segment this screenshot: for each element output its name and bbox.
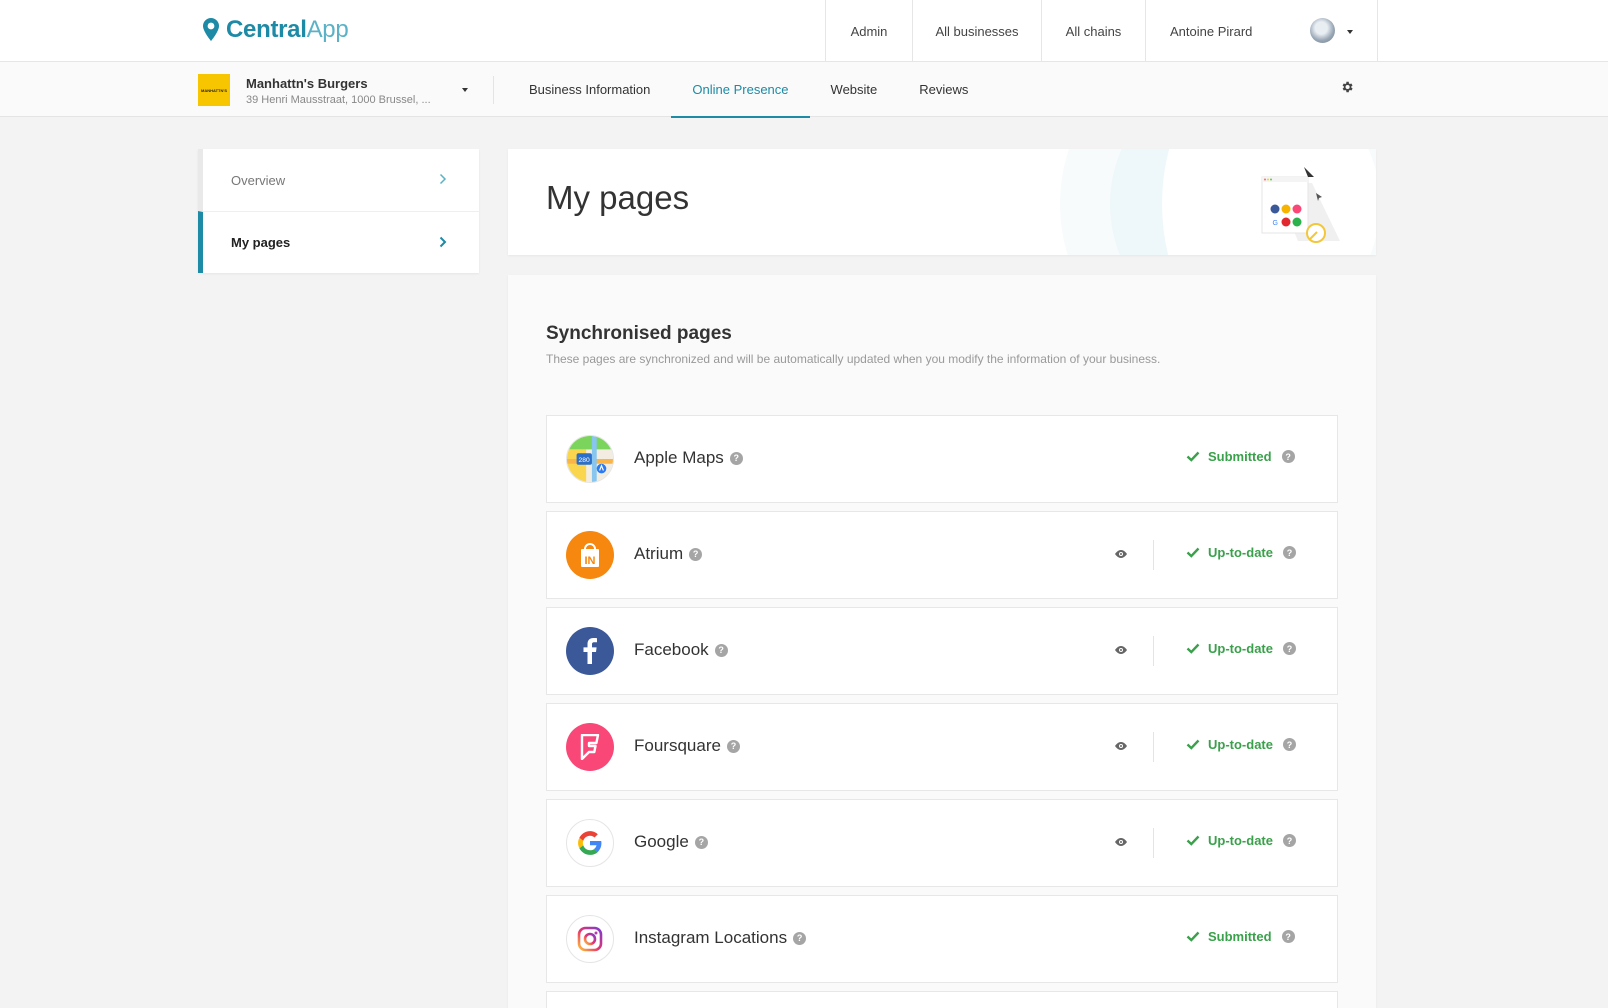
page-header-card: My pages G <box>508 149 1376 255</box>
business-name[interactable]: Manhattn's Burgers <box>246 76 368 91</box>
apple-maps-icon: 280 <box>566 435 614 483</box>
status-text: Up-to-date <box>1208 641 1273 656</box>
page-name: Atrium <box>634 544 684 563</box>
side-menu-label: Overview <box>231 172 286 188</box>
status-text: Up-to-date <box>1208 737 1273 752</box>
avatar[interactable] <box>1310 18 1335 43</box>
checkmark-icon <box>1186 931 1200 942</box>
status-text: Submitted <box>1208 449 1272 464</box>
google-icon <box>566 819 614 867</box>
divider <box>493 76 494 104</box>
page-row-google[interactable]: Google ? Up-to-date ? <box>546 799 1338 887</box>
status-badge: Submitted ? <box>1186 449 1295 464</box>
svg-text:280: 280 <box>579 457 590 464</box>
section-title: Synchronised pages <box>546 323 732 344</box>
business-selector-caret-icon[interactable] <box>462 88 468 92</box>
pages-illustration-icon: G <box>1261 167 1340 243</box>
eye-icon[interactable] <box>1114 837 1128 847</box>
logo-text-light: App <box>306 16 349 43</box>
side-menu-item-overview[interactable]: Overview <box>198 149 479 211</box>
status-badge: Submitted ? <box>1186 929 1295 944</box>
page-row-facebook[interactable]: Facebook ? Up-to-date ? <box>546 607 1338 695</box>
chevron-right-icon <box>439 236 447 248</box>
page-name: Instagram Locations <box>634 928 788 947</box>
tab-reviews[interactable]: Reviews <box>898 62 989 117</box>
help-icon[interactable]: ? <box>1281 930 1295 943</box>
help-icon[interactable]: ? <box>689 547 703 561</box>
foursquare-icon <box>566 723 614 771</box>
instagram-icon <box>566 915 614 963</box>
synchronised-pages-card: Synchronised pages These pages are synch… <box>508 275 1376 1008</box>
centralapp-logo[interactable]: CentralApp <box>202 16 349 44</box>
page-row[interactable] <box>546 991 1338 1008</box>
side-menu-item-my-pages[interactable]: My pages <box>198 211 479 273</box>
eye-icon[interactable] <box>1114 741 1128 751</box>
page-row-atrium[interactable]: IN Atrium ? Up-to-date ? <box>546 511 1338 599</box>
help-icon[interactable]: ? <box>1283 738 1296 751</box>
help-icon[interactable]: ? <box>694 835 708 849</box>
side-menu-label: My pages <box>231 235 291 250</box>
status-badge: Up-to-date ? <box>1186 833 1296 848</box>
checkmark-icon <box>1186 835 1200 846</box>
page-name: Facebook <box>634 640 709 659</box>
help-icon[interactable]: ? <box>729 451 743 465</box>
gear-icon[interactable] <box>1340 80 1354 94</box>
location-pin-icon <box>203 18 219 41</box>
page-row-apple-maps[interactable]: 280 Apple Maps ? Submitted ? <box>546 415 1338 503</box>
nav-all-chains[interactable]: All chains <box>1041 0 1145 62</box>
status-text: Up-to-date <box>1208 833 1273 848</box>
help-icon[interactable]: ? <box>1283 546 1296 559</box>
chevron-right-icon <box>439 173 447 185</box>
logo-text-bold: Central <box>226 16 307 43</box>
help-icon[interactable]: ? <box>726 739 740 753</box>
help-icon[interactable]: ? <box>1281 450 1295 463</box>
user-name: Antoine Pirard <box>1170 23 1253 39</box>
eye-icon[interactable] <box>1114 549 1128 559</box>
section-description: These pages are synchronized and will be… <box>546 352 1161 366</box>
business-address: 39 Henri Mausstraat, 1000 Brussel, ... <box>246 94 431 106</box>
atrium-icon: IN <box>566 531 614 579</box>
help-icon[interactable]: ? <box>714 643 728 657</box>
status-text: Submitted <box>1208 929 1272 944</box>
page-name: Google <box>634 832 689 851</box>
section-tabs: Business Information Online Presence Web… <box>508 62 989 118</box>
divider <box>1153 828 1154 858</box>
facebook-icon <box>566 627 614 675</box>
status-text: Up-to-date <box>1208 545 1273 560</box>
page-row-instagram-locations[interactable]: Instagram Locations ? Submitted ? <box>546 895 1338 983</box>
page-name: Apple Maps <box>634 448 724 467</box>
page-name: Foursquare <box>634 736 721 755</box>
business-logo: MANHATTN'S <box>198 74 230 106</box>
help-icon[interactable]: ? <box>1283 834 1296 847</box>
user-dropdown-caret-icon[interactable] <box>1347 30 1353 34</box>
checkmark-icon <box>1186 547 1200 558</box>
top-navigation: Admin All businesses All chains Antoine … <box>825 0 1378 62</box>
tab-business-information[interactable]: Business Information <box>508 62 671 117</box>
svg-text:G: G <box>1273 220 1278 227</box>
checkmark-icon <box>1186 451 1200 462</box>
user-menu[interactable]: Antoine Pirard <box>1145 0 1378 62</box>
svg-text:IN: IN <box>585 555 596 567</box>
checkmark-icon <box>1186 643 1200 654</box>
divider <box>1153 540 1154 570</box>
top-bar: CentralApp Admin All businesses All chai… <box>0 0 1608 62</box>
status-badge: Up-to-date ? <box>1186 545 1296 560</box>
page-row-foursquare[interactable]: Foursquare ? Up-to-date ? <box>546 703 1338 791</box>
business-bar: MANHATTN'S Manhattn's Burgers 39 Henri M… <box>0 62 1608 118</box>
status-badge: Up-to-date ? <box>1186 737 1296 752</box>
tab-online-presence[interactable]: Online Presence <box>671 62 810 118</box>
nav-admin[interactable]: Admin <box>825 0 912 62</box>
eye-icon[interactable] <box>1114 645 1128 655</box>
side-menu: Overview My pages <box>198 149 479 273</box>
checkmark-icon <box>1186 739 1200 750</box>
status-badge: Up-to-date ? <box>1186 641 1296 656</box>
help-icon[interactable]: ? <box>793 931 807 945</box>
divider <box>1153 636 1154 666</box>
tab-website[interactable]: Website <box>810 62 899 117</box>
page-title: My pages <box>546 179 690 216</box>
divider <box>1153 732 1154 762</box>
nav-all-businesses[interactable]: All businesses <box>912 0 1041 62</box>
help-icon[interactable]: ? <box>1283 642 1296 655</box>
